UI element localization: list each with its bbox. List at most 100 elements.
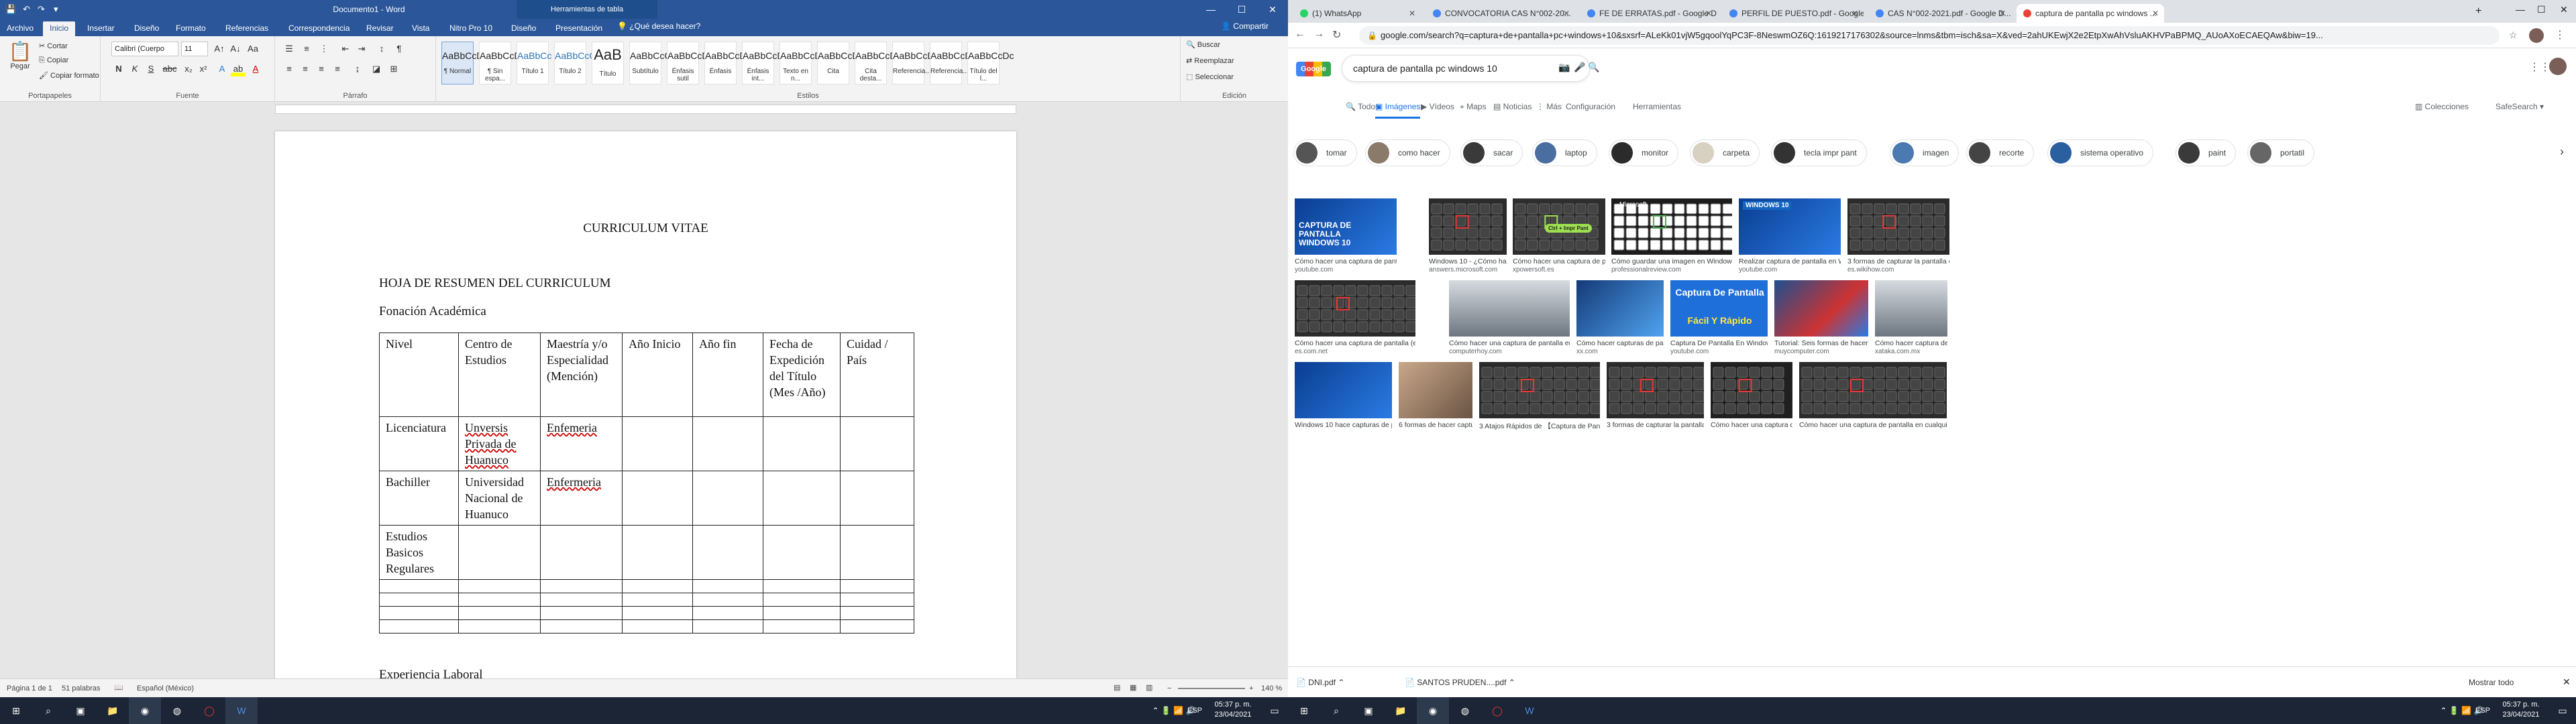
table-header-cell[interactable]: Maestría y/o Especialidad (Mención): [540, 333, 623, 417]
tab-diseno[interactable]: Diseño: [127, 21, 166, 36]
result-source[interactable]: xpowersoft.es: [1513, 266, 1554, 274]
table-cell[interactable]: [622, 606, 693, 620]
search-tab-imagenes[interactable]: ▣ Imágenes: [1375, 102, 1421, 119]
table-cell[interactable]: Enfemeria: [540, 416, 623, 471]
tab-correspondencia[interactable]: Correspondencia: [282, 21, 356, 36]
table-cell[interactable]: [840, 471, 914, 526]
table-cell[interactable]: Unversis Privada de Huanuco: [458, 416, 541, 471]
table-cell[interactable]: [379, 579, 459, 593]
table-header-cell[interactable]: Año Inicio: [622, 333, 693, 417]
section-heading[interactable]: Fonación Académica: [379, 304, 486, 319]
table-cell[interactable]: Estudios Basicos Regulares: [379, 525, 459, 580]
chip-1[interactable]: tomar: [1293, 139, 1357, 166]
result-thumbnail[interactable]: [1295, 280, 1415, 337]
maximize-button[interactable]: ☐: [1226, 0, 1257, 19]
line-spacing-icon[interactable]: ↨: [350, 62, 365, 76]
chevron-up-icon[interactable]: ⌃: [1506, 678, 1515, 687]
tab-inicio[interactable]: Inicio: [43, 21, 76, 36]
result-thumbnail[interactable]: [1799, 362, 1947, 418]
table-cell[interactable]: [458, 593, 541, 607]
result-caption[interactable]: Cómo hacer una captura de pantalla en cu…: [1799, 421, 1947, 429]
result-caption[interactable]: Cómo hacer capturas de pantalla con el n…: [1576, 339, 1664, 347]
page-count[interactable]: Página 1 de 1: [7, 684, 52, 692]
table-cell[interactable]: Universidad Nacional de Huanuco: [458, 471, 541, 526]
style-11[interactable]: AaBbCcDc Cita: [817, 42, 863, 84]
strikethrough-button[interactable]: abc: [162, 62, 177, 76]
chip-12[interactable]: portatil: [2247, 139, 2315, 166]
table-cell[interactable]: [540, 593, 623, 607]
result-caption[interactable]: Cómo hacer una captura de pantalla en P.…: [1711, 421, 1792, 429]
table-cell[interactable]: [840, 606, 914, 620]
shading-icon[interactable]: ◪: [369, 62, 384, 76]
cv-title[interactable]: CURRICULUM VITAE: [275, 221, 1016, 236]
settings-link[interactable]: Configuración: [1566, 102, 1615, 111]
edge-taskbar-icon[interactable]: ◍: [1449, 697, 1481, 724]
search-input[interactable]: captura de pantalla pc windows 10: [1342, 55, 1590, 82]
table-cell[interactable]: [540, 606, 623, 620]
table-cell[interactable]: [763, 579, 841, 593]
result-thumbnail[interactable]: [1399, 362, 1472, 418]
style-8[interactable]: AaBbCcDc Énfasis: [704, 42, 751, 84]
result-caption[interactable]: Windows 10 hace capturas de pantalla de …: [1295, 421, 1392, 429]
horizontal-ruler[interactable]: [0, 102, 1288, 117]
browser-tab[interactable]: FE DE ERRATAS.pdf - Google D... ✕: [1580, 4, 1717, 23]
font-size-select[interactable]: 11: [181, 42, 208, 56]
table-cell[interactable]: [379, 593, 459, 607]
result-thumbnail[interactable]: [1295, 362, 1392, 418]
tab-nitro[interactable]: Nitro Pro 10: [443, 21, 499, 36]
table-header-cell[interactable]: Nivel: [379, 333, 459, 417]
tray-clock[interactable]: 05:37 p. m. 23/04/2021: [1208, 700, 1258, 720]
chip-2[interactable]: como hacer: [1365, 139, 1450, 166]
table-cell[interactable]: [692, 471, 763, 526]
file-explorer-icon[interactable]: 📁: [97, 697, 129, 724]
result-source[interactable]: youtube.com: [1670, 348, 1709, 355]
table-cell[interactable]: [458, 579, 541, 593]
close-downloads-icon[interactable]: ✕: [2563, 676, 2571, 688]
forward-icon[interactable]: →: [1313, 28, 1324, 40]
table-header-cell[interactable]: Fecha de Expedición del Título (Mes /Año…: [763, 333, 841, 417]
table-cell[interactable]: [840, 525, 914, 580]
chips-next-icon[interactable]: ›: [2560, 145, 2564, 159]
style-12[interactable]: AaBbCcDc Cita desta...: [855, 42, 901, 84]
increase-indent-icon[interactable]: ⇥: [354, 42, 369, 56]
table-cell[interactable]: [379, 606, 459, 620]
result-thumbnail[interactable]: [1711, 362, 1792, 418]
find-button[interactable]: 🔍 Buscar: [1186, 40, 1220, 49]
select-button[interactable]: ⬚ Seleccionar: [1186, 72, 1234, 81]
style-10[interactable]: AaBbCcDc Texto en n...: [780, 42, 826, 84]
table-cell[interactable]: Enfermeria: [540, 471, 623, 526]
notifications-icon[interactable]: ▭: [2551, 697, 2575, 724]
result-thumbnail[interactable]: [1576, 280, 1664, 337]
bold-button[interactable]: N: [111, 62, 126, 76]
result-thumbnail[interactable]: WINDOWS 10: [1739, 198, 1841, 255]
tab-close-icon[interactable]: ✕: [1999, 4, 2006, 23]
back-icon[interactable]: ←: [1295, 28, 1305, 40]
table-header-cell[interactable]: Centro de Estudios: [458, 333, 541, 417]
underline-button[interactable]: S: [144, 62, 158, 76]
zoom-out-icon[interactable]: −: [1167, 684, 1171, 692]
lock-icon[interactable]: 🔒: [1367, 31, 1377, 40]
style-9[interactable]: AaBbCcDc Énfasis int...: [742, 42, 788, 84]
decrease-indent-icon[interactable]: ⇤: [338, 42, 353, 56]
table-header-cell[interactable]: Cuidad / País: [840, 333, 914, 417]
shrink-font-icon[interactable]: A↓: [228, 42, 243, 56]
browser-tab[interactable]: (1) WhatsApp ✕: [1293, 4, 1421, 23]
change-case-icon[interactable]: Aa: [246, 42, 260, 56]
style-2[interactable]: AaBbCcDc ¶ Sin espa...: [479, 42, 525, 84]
result-caption[interactable]: Captura De Pantalla En Windows 10 en 202…: [1670, 339, 1768, 347]
result-caption[interactable]: 3 formas de capturar la pantalla en Wind…: [1847, 257, 1949, 265]
chip-9[interactable]: recorte: [1966, 139, 2035, 166]
style-14[interactable]: AaBbCcDc Referencia...: [930, 42, 976, 84]
table-cell[interactable]: [692, 525, 763, 580]
tab-close-icon[interactable]: ✕: [2152, 4, 2159, 23]
chrome-taskbar-icon[interactable]: ◉: [129, 697, 161, 724]
table-cell[interactable]: [458, 606, 541, 620]
result-source[interactable]: muycomputer.com: [1774, 348, 1829, 355]
browser-tab[interactable]: CONVOCATORIA CAS N°002-20... ✕: [1426, 4, 1575, 23]
table-cell[interactable]: Bachiller: [379, 471, 459, 526]
tab-vista[interactable]: Vista: [405, 21, 436, 36]
chip-6[interactable]: carpeta: [1690, 139, 1760, 166]
result-caption[interactable]: Cómo hacer una captura de pantalla en wi…: [1295, 257, 1397, 265]
download-item[interactable]: 📄 SANTOS PRUDEN....pdf ⌃: [1405, 672, 1515, 692]
table-cell[interactable]: [540, 619, 623, 634]
